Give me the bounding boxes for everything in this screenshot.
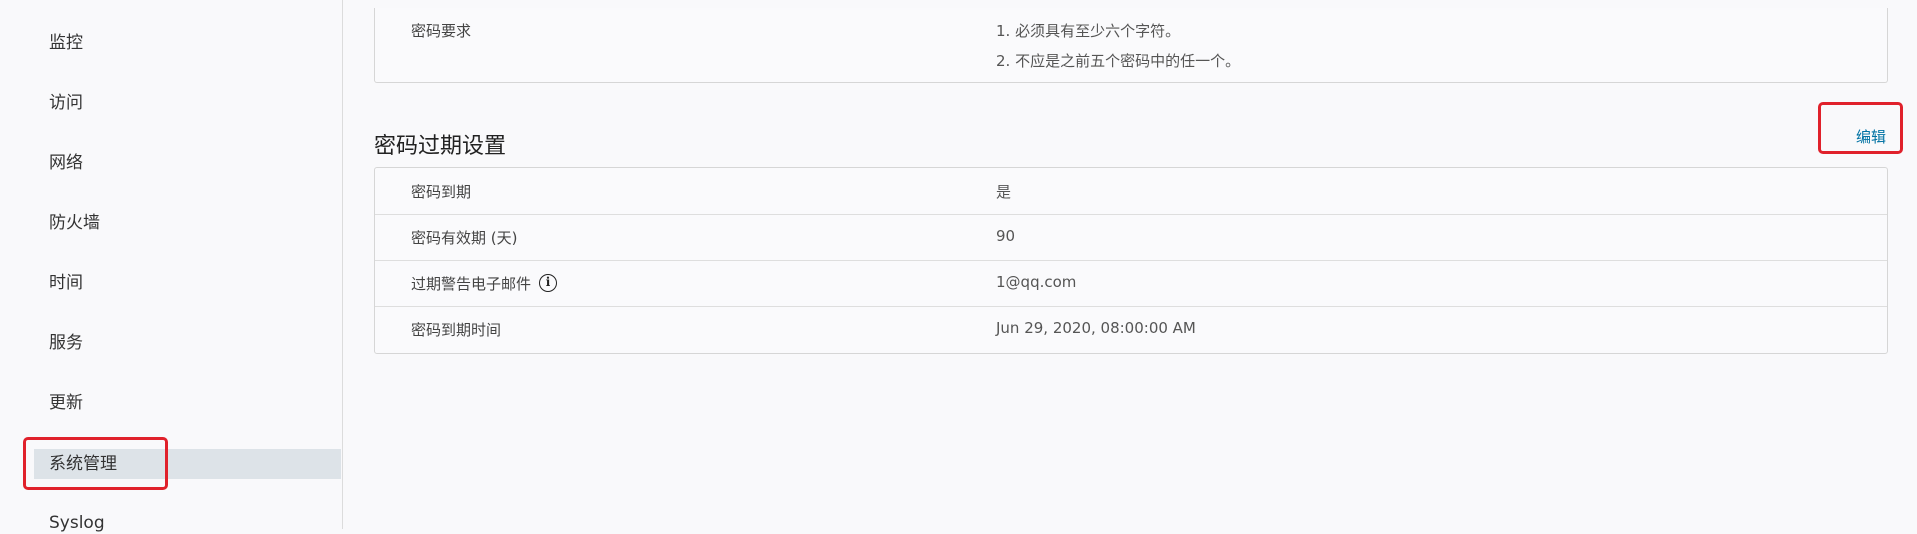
sidebar-item-monitor[interactable]: 监控	[49, 32, 83, 54]
row-label: 过期警告电子邮件	[411, 275, 532, 293]
table-row: 密码到期 是	[375, 168, 1887, 215]
password-expiry-card: 密码到期 是 密码有效期 (天) 90 过期警告电子邮件 i 1@qq.com 密…	[374, 167, 1888, 354]
sidebar-item-time[interactable]: 时间	[49, 272, 83, 294]
info-icon[interactable]: i	[539, 273, 558, 292]
row-value: Jun 29, 2020, 08:00:00 AM	[996, 319, 1196, 337]
row-label: 密码有效期 (天)	[411, 229, 518, 247]
sidebar-item-syslog[interactable]: Syslog	[49, 512, 105, 534]
table-row: 过期警告电子邮件 i 1@qq.com	[375, 260, 1887, 307]
password-requirements-label: 密码要求	[411, 22, 472, 40]
table-row: 密码到期时间 Jun 29, 2020, 08:00:00 AM	[375, 306, 1887, 352]
table-row: 密码有效期 (天) 90	[375, 214, 1887, 261]
annotation-box-admin	[23, 437, 168, 490]
sidebar-item-access[interactable]: 访问	[49, 92, 83, 114]
password-rule-2: 2. 不应是之前五个密码中的任一个。	[996, 52, 1241, 70]
password-requirements-card: 密码要求 1. 必须具有至少六个字符。 2. 不应是之前五个密码中的任一个。	[374, 8, 1888, 83]
row-value: 1@qq.com	[996, 273, 1077, 291]
sidebar-item-update[interactable]: 更新	[49, 392, 83, 414]
sidebar-item-network[interactable]: 网络	[49, 152, 83, 174]
sidebar-item-firewall[interactable]: 防火墙	[49, 212, 100, 234]
row-value: 是	[996, 183, 1012, 201]
section-title: 密码过期设置	[374, 134, 507, 159]
main-content: 密码要求 1. 必须具有至少六个字符。 2. 不应是之前五个密码中的任一个。 密…	[342, 0, 1917, 529]
row-label: 密码到期	[411, 183, 472, 201]
sidebar-item-services[interactable]: 服务	[49, 332, 83, 354]
password-rule-1: 1. 必须具有至少六个字符。	[996, 22, 1181, 40]
annotation-box-edit	[1818, 102, 1903, 154]
row-value: 90	[996, 227, 1016, 245]
row-label: 密码到期时间	[411, 321, 502, 339]
row-label-wrap: 过期警告电子邮件 i	[411, 273, 558, 294]
